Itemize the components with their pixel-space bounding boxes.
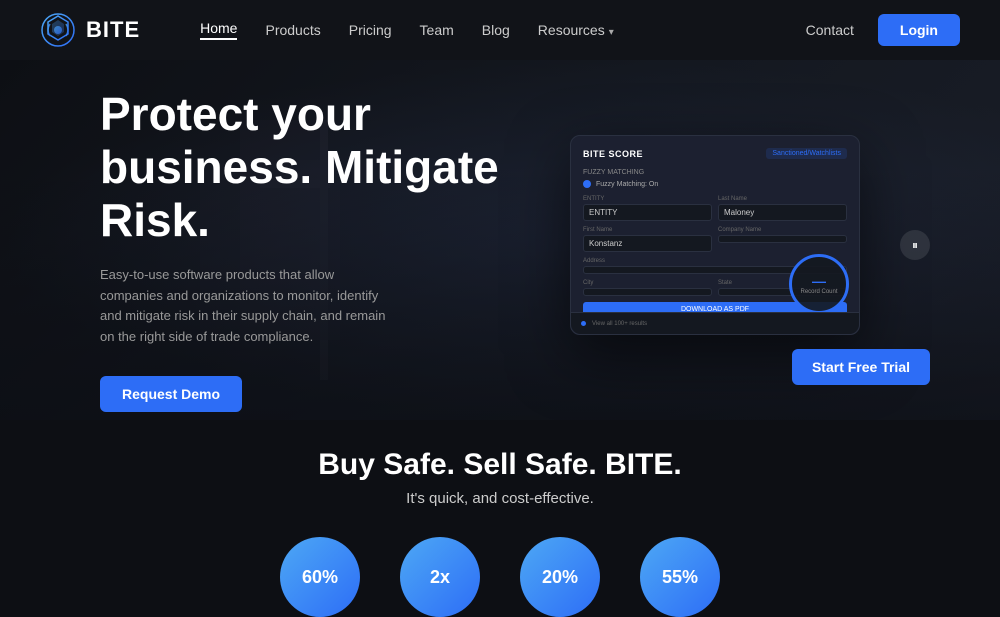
nav-links: Home Products Pricing Team Blog Resource… (200, 20, 806, 40)
pause-button[interactable]: ⏸ (900, 230, 930, 260)
nav-resources[interactable]: Resources (538, 22, 614, 38)
stat-circle-3: 55% (640, 537, 720, 617)
nav-right: Contact Login (806, 14, 960, 46)
stat-circle-1: 2x (400, 537, 480, 617)
fuzzy-toggle[interactable]: Fuzzy Matching: On (583, 180, 847, 188)
hero-visual: BITE SCORE Sanctioned/Watchlists FUZZY M… (520, 90, 900, 400)
company-label: Company Name (718, 227, 847, 233)
nav-blog[interactable]: Blog (482, 22, 510, 38)
hero-content: Protect your business. Mitigate Risk. Ea… (100, 90, 520, 400)
start-trial-button[interactable]: Start Free Trial (792, 349, 930, 385)
field-row-entity: ENTITY ENTITY Last Name Maloney (583, 196, 847, 221)
last-name-value: Maloney (718, 204, 847, 221)
last-name-field: Last Name Maloney (718, 196, 847, 221)
company-value (718, 235, 847, 243)
login-button[interactable]: Login (878, 14, 960, 46)
tagline: Buy Safe. Sell Safe. BITE. (40, 448, 960, 482)
record-count-circle: — Record Count (789, 254, 849, 314)
first-name-label: First Name (583, 227, 712, 233)
nav-home[interactable]: Home (200, 20, 237, 40)
nav-products[interactable]: Products (265, 22, 320, 38)
stat-value-2: 20% (542, 567, 578, 588)
fuzzy-matching-section: FUZZY MATCHING Fuzzy Matching: On (583, 169, 847, 188)
bottom-view-text: View all 100+ results (592, 321, 647, 327)
entity-field: ENTITY ENTITY (583, 196, 712, 221)
stat-circle-0: 60% (280, 537, 360, 617)
nav-contact[interactable]: Contact (806, 22, 854, 38)
hero-section: Protect your business. Mitigate Risk. Ea… (0, 60, 1000, 420)
pause-icon: ⏸ (912, 238, 918, 253)
status-dot (581, 321, 586, 326)
request-demo-button[interactable]: Request Demo (100, 376, 242, 412)
first-name-field: First Name Konstanz (583, 227, 712, 252)
city-label: City (583, 280, 712, 286)
mockup-badge: Sanctioned/Watchlists (766, 148, 847, 159)
toggle-dot (583, 180, 591, 188)
record-count-label: Record Count (800, 289, 837, 295)
chevron-down-icon (609, 22, 614, 38)
stat-value-3: 55% (662, 567, 698, 588)
fuzzy-toggle-text: Fuzzy Matching: On (596, 181, 658, 188)
hero-title: Protect your business. Mitigate Risk. (100, 88, 520, 247)
city-field: City (583, 280, 712, 296)
stat-circle-2: 20% (520, 537, 600, 617)
logo[interactable]: BITE (40, 12, 140, 48)
nav-pricing[interactable]: Pricing (349, 22, 392, 38)
fuzzy-label: FUZZY MATCHING (583, 169, 847, 176)
entity-label: ENTITY (583, 196, 712, 202)
stat-value-1: 2x (430, 567, 450, 588)
mockup-title: BITE SCORE (583, 149, 643, 159)
last-name-label: Last Name (718, 196, 847, 202)
first-name-value: Konstanz (583, 235, 712, 252)
city-value (583, 288, 712, 296)
mockup-bottom-bar: View all 100+ results (571, 312, 859, 334)
company-field: Company Name (718, 227, 847, 252)
logo-text: BITE (86, 17, 140, 43)
bottom-section: Buy Safe. Sell Safe. BITE. It's quick, a… (0, 420, 1000, 617)
navigation: BITE Home Products Pricing Team Blog Res… (0, 0, 1000, 60)
entity-value: ENTITY (583, 204, 712, 221)
nav-team[interactable]: Team (420, 22, 454, 38)
hero-description: Easy-to-use software products that allow… (100, 265, 400, 348)
field-row-name: First Name Konstanz Company Name (583, 227, 847, 252)
mockup-header: BITE SCORE Sanctioned/Watchlists (583, 148, 847, 159)
logo-icon (40, 12, 76, 48)
product-mockup: BITE SCORE Sanctioned/Watchlists FUZZY M… (570, 135, 890, 355)
sub-tagline: It's quick, and cost-effective. (40, 490, 960, 507)
mockup-card: BITE SCORE Sanctioned/Watchlists FUZZY M… (570, 135, 860, 335)
stats-row: 60% 2x 20% 55% (40, 527, 960, 617)
stat-value-0: 60% (302, 567, 338, 588)
